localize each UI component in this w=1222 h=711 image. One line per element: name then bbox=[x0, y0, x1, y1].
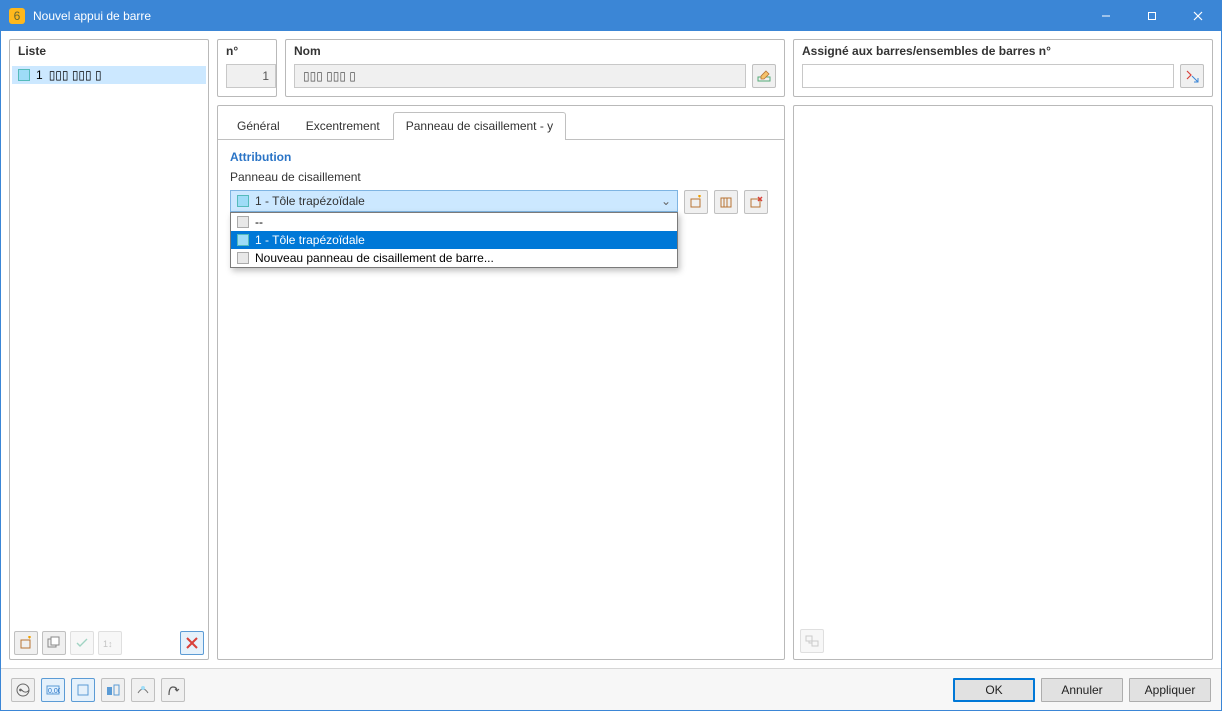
preview-footer bbox=[794, 623, 1212, 659]
content-area: Liste 1 ▯▯▯ ▯▯▯ ▯ 1↕ bbox=[1, 31, 1221, 668]
list-item[interactable]: 1 ▯▯▯ ▯▯▯ ▯ bbox=[12, 66, 206, 84]
view-toggle-1[interactable] bbox=[71, 678, 95, 702]
attribution-section-body: Panneau de cisaillement 1 - Tôle trapézo… bbox=[218, 170, 784, 226]
option-swatch bbox=[237, 234, 249, 246]
ok-button[interactable]: OK bbox=[953, 678, 1035, 702]
number-panel: n° bbox=[217, 39, 277, 97]
combo-swatch bbox=[237, 195, 249, 207]
list-panel: Liste 1 ▯▯▯ ▯▯▯ ▯ 1↕ bbox=[9, 39, 209, 660]
header-row: n° Nom Assigné aux barres/ensembles de b… bbox=[217, 39, 1213, 97]
apply-button[interactable]: Appliquer bbox=[1129, 678, 1211, 702]
shear-panel-label: Panneau de cisaillement bbox=[230, 170, 772, 184]
dialog-button-bar: 0,00 OK Annuler Appliquer bbox=[1, 668, 1221, 710]
new-shear-panel-button[interactable] bbox=[684, 190, 708, 214]
list-toolbar: 1↕ bbox=[10, 627, 208, 659]
help-button[interactable] bbox=[11, 678, 35, 702]
dropdown-option-1[interactable]: 1 - Tôle trapézoïdale bbox=[231, 231, 677, 249]
list-item-swatch bbox=[18, 69, 30, 81]
tab-excentrement[interactable]: Excentrement bbox=[293, 112, 393, 140]
apply-item-button bbox=[70, 631, 94, 655]
titlebar: 6 Nouvel appui de barre bbox=[1, 1, 1221, 31]
shear-panel-dropdown[interactable]: -- 1 - Tôle trapézoïdale Nouveau panneau… bbox=[230, 212, 678, 268]
delete-item-button[interactable] bbox=[180, 631, 204, 655]
preview-settings-button[interactable] bbox=[800, 629, 824, 653]
renumber-button: 1↕ bbox=[98, 631, 122, 655]
option-label: -- bbox=[255, 215, 263, 229]
dropdown-option-new[interactable]: Nouveau panneau de cisaillement de barre… bbox=[231, 249, 677, 267]
number-field[interactable] bbox=[226, 64, 276, 88]
script-button[interactable] bbox=[161, 678, 185, 702]
assign-label: Assigné aux barres/ensembles de barres n… bbox=[794, 40, 1212, 58]
shear-panel-row: 1 - Tôle trapézoïdale ⌄ -- 1 - Tôle trap… bbox=[230, 190, 772, 214]
units-button[interactable]: 0,00 bbox=[41, 678, 65, 702]
svg-text:1↕: 1↕ bbox=[103, 639, 113, 649]
assign-panel: Assigné aux barres/ensembles de barres n… bbox=[793, 39, 1213, 97]
new-item-button[interactable] bbox=[14, 631, 38, 655]
name-label: Nom bbox=[286, 40, 784, 58]
tab-panneau[interactable]: Panneau de cisaillement - y bbox=[393, 112, 566, 140]
option-swatch bbox=[237, 216, 249, 228]
minimize-button[interactable] bbox=[1083, 1, 1129, 31]
preview-body bbox=[794, 106, 1212, 623]
list-panel-title: Liste bbox=[10, 40, 208, 64]
list-body[interactable]: 1 ▯▯▯ ▯▯▯ ▯ bbox=[10, 64, 208, 627]
view-toggle-3[interactable] bbox=[131, 678, 155, 702]
edit-name-button[interactable] bbox=[752, 64, 776, 88]
shear-panel-combo-display[interactable]: 1 - Tôle trapézoïdale ⌄ bbox=[230, 190, 678, 212]
name-field[interactable] bbox=[294, 64, 746, 88]
mid-row: Général Excentrement Panneau de cisaille… bbox=[217, 105, 1213, 660]
attribution-section-title: Attribution bbox=[218, 140, 784, 170]
app-icon: 6 bbox=[9, 8, 25, 24]
main-panel: Général Excentrement Panneau de cisaille… bbox=[217, 105, 785, 660]
option-swatch bbox=[237, 252, 249, 264]
maximize-button[interactable] bbox=[1129, 1, 1175, 31]
left-column: Liste 1 ▯▯▯ ▯▯▯ ▯ 1↕ bbox=[9, 39, 209, 660]
combo-selected-text: 1 - Tôle trapézoïdale bbox=[255, 194, 655, 208]
option-label: 1 - Tôle trapézoïdale bbox=[255, 233, 365, 247]
cancel-button[interactable]: Annuler bbox=[1041, 678, 1123, 702]
preview-panel bbox=[793, 105, 1213, 660]
dropdown-option-none[interactable]: -- bbox=[231, 213, 677, 231]
option-label: Nouveau panneau de cisaillement de barre… bbox=[255, 251, 494, 265]
chevron-down-icon: ⌄ bbox=[661, 194, 671, 208]
delete-shear-panel-button[interactable] bbox=[744, 190, 768, 214]
number-label: n° bbox=[218, 40, 276, 58]
list-item-number: 1 bbox=[36, 68, 43, 82]
close-button[interactable] bbox=[1175, 1, 1221, 31]
right-column: n° Nom Assigné aux barres/ensembles de b… bbox=[217, 39, 1213, 660]
tab-general[interactable]: Général bbox=[224, 112, 293, 140]
name-panel: Nom bbox=[285, 39, 785, 97]
assign-field[interactable] bbox=[802, 64, 1174, 88]
window-controls bbox=[1083, 1, 1221, 31]
window-title: Nouvel appui de barre bbox=[33, 9, 1083, 23]
tab-strip: Général Excentrement Panneau de cisaille… bbox=[218, 106, 784, 140]
shear-panel-combo[interactable]: 1 - Tôle trapézoïdale ⌄ -- 1 - Tôle trap… bbox=[230, 190, 678, 212]
svg-text:0,00: 0,00 bbox=[48, 688, 60, 695]
pick-members-button[interactable] bbox=[1180, 64, 1204, 88]
dialog-window: 6 Nouvel appui de barre Liste 1 ▯▯▯ ▯▯▯ … bbox=[0, 0, 1222, 711]
copy-item-button[interactable] bbox=[42, 631, 66, 655]
view-toggle-2[interactable] bbox=[101, 678, 125, 702]
edit-shear-panel-button[interactable] bbox=[714, 190, 738, 214]
list-item-label: ▯▯▯ ▯▯▯ ▯ bbox=[49, 68, 102, 82]
